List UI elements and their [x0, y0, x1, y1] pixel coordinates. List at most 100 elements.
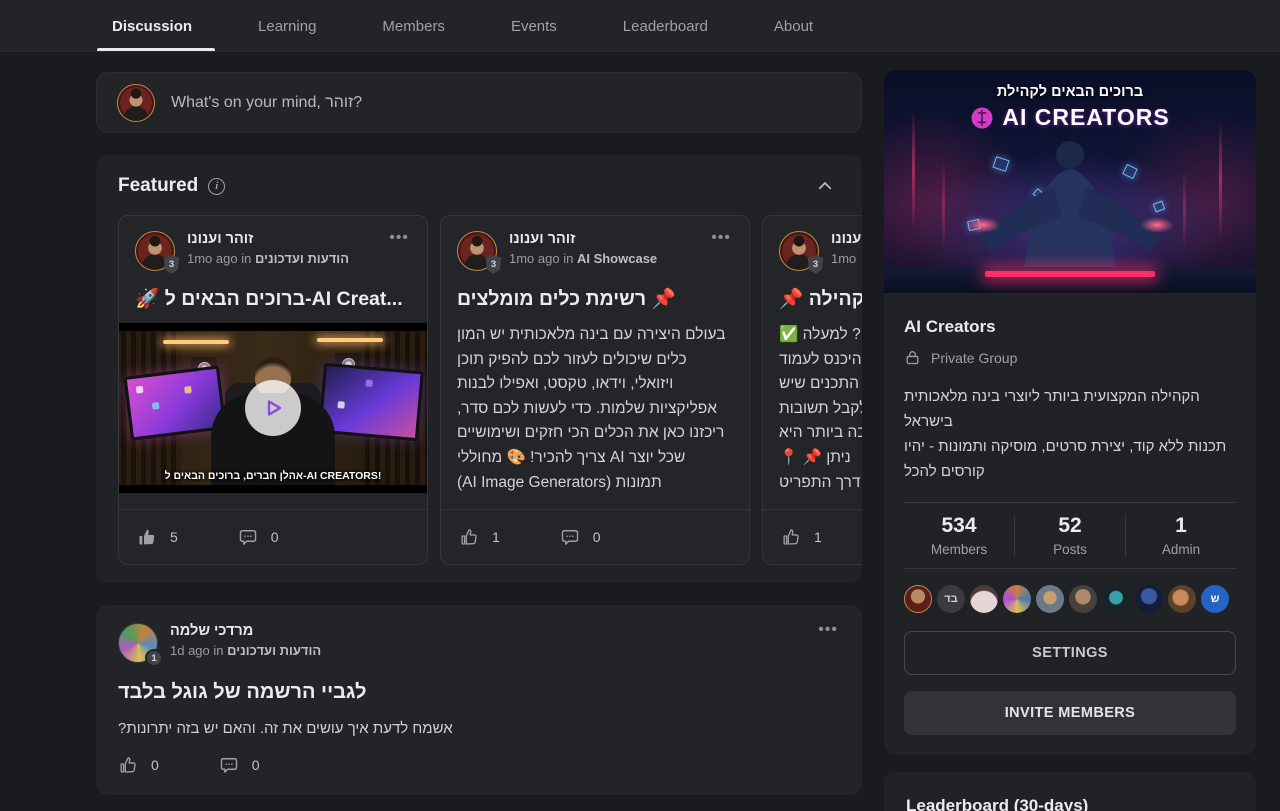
like-button[interactable]: 1	[781, 527, 822, 547]
stat-value: 534	[904, 514, 1014, 538]
group-description: הקהילה המקצועית ביותר ליוצרי בינה מלאכות…	[904, 384, 1236, 484]
post-age: 1mo ago in	[509, 251, 573, 266]
body-line: בה ביותר היא	[779, 421, 862, 446]
brain-logo-icon	[970, 106, 994, 130]
avatar[interactable]	[117, 84, 155, 122]
post-meta: 1d ago in הודעות ועדכונים	[170, 643, 321, 658]
featured-card-community-guide[interactable]: 3 זוהר וענונו 1mo 📌 קהילה ✅ למעלה ? היכנ…	[762, 215, 862, 565]
featured-card-welcome[interactable]: 3 זוהר וענונו 1mo ago in הודעות ועדכונים…	[118, 215, 428, 565]
feed-post[interactable]: 1 מרדכי שלמה 1d ago in הודעות ועדכונים •…	[96, 605, 862, 795]
post-body: אשמח לדעת איך עושים את זה. והאם יש בזה י…	[118, 720, 840, 737]
like-button[interactable]: 0	[118, 755, 159, 775]
member-avatar[interactable]	[1135, 585, 1163, 613]
more-options-icon[interactable]: •••	[709, 231, 733, 271]
comment-count: 0	[593, 529, 601, 545]
group-banner[interactable]: ברוכים הבאים לקהילת AI CREATORS	[884, 70, 1256, 293]
post-composer[interactable]: What's on your mind, זוהר?	[96, 72, 862, 133]
post-space[interactable]: הודעות ועדכונים	[255, 251, 349, 266]
stat-posts[interactable]: 52 Posts	[1014, 514, 1125, 557]
body-line: לקבל תשובות	[779, 397, 862, 422]
play-button[interactable]	[245, 380, 301, 436]
chevron-up-icon[interactable]	[816, 177, 834, 195]
invite-members-button[interactable]: INVITE MEMBERS	[904, 691, 1236, 735]
tab-learning[interactable]: Learning	[258, 0, 316, 52]
post-space[interactable]: הודעות ועדכונים	[227, 643, 321, 658]
featured-cards-row: 3 זוהר וענונו 1mo ago in הודעות ועדכונים…	[118, 215, 862, 565]
stat-members[interactable]: 534 Members	[904, 514, 1014, 557]
like-button[interactable]: 1	[459, 527, 500, 547]
member-avatar-initials[interactable]: בד	[937, 585, 965, 613]
studio-light	[317, 338, 383, 342]
main-column: What's on your mind, זוהר? Featured i 3 …	[96, 72, 862, 795]
tab-events[interactable]: Events	[511, 0, 557, 52]
post-title[interactable]: רשימת כלים מומלצים 📌	[457, 287, 733, 311]
nav-tabs: Discussion Learning Members Events Leade…	[0, 0, 1280, 52]
comment-button[interactable]: 0	[560, 527, 601, 547]
like-count: 1	[492, 529, 500, 545]
body-line: ✅ למעלה ?	[779, 323, 862, 348]
stat-value: 52	[1015, 514, 1125, 538]
post-author[interactable]: מרדכי שלמה	[170, 623, 321, 639]
member-avatar[interactable]	[904, 585, 932, 613]
video-thumbnail[interactable]: אהלן חברים, ברוכים הבאים ל-AI CREATORS!	[119, 323, 427, 493]
comment-count: 0	[252, 757, 260, 773]
more-options-icon[interactable]: •••	[816, 623, 840, 663]
level-badge: 1	[145, 649, 163, 667]
featured-title: Featured	[118, 175, 198, 197]
group-sidebar: ברוכים הבאים לקהילת AI CREATORS AI Creat…	[884, 70, 1256, 811]
member-avatar[interactable]	[1036, 585, 1064, 613]
like-count: 0	[151, 757, 159, 773]
group-name: AI Creators	[904, 317, 1236, 337]
top-nav: Discussion Learning Members Events Leade…	[0, 0, 1280, 52]
comment-icon	[219, 755, 239, 775]
stat-admins[interactable]: 1 Admin	[1125, 514, 1236, 557]
post-age: 1d ago in	[170, 643, 224, 658]
thumbs-up-icon	[118, 755, 138, 775]
post-title[interactable]: לגביי הרשמה של גוגל בלבד	[118, 681, 840, 704]
featured-card-tools[interactable]: 3 זוהר וענונו 1mo ago in AI Showcase •••…	[440, 215, 750, 565]
info-icon[interactable]: i	[208, 178, 225, 195]
composer-prompt: What's on your mind, זוהר?	[171, 94, 362, 112]
studio-light	[163, 340, 229, 344]
tab-discussion[interactable]: Discussion	[112, 0, 192, 52]
post-body: בעולם היצירה עם בינה מלאכותית יש המון כל…	[457, 323, 733, 499]
thumbs-up-icon	[137, 527, 157, 547]
member-avatar[interactable]	[1069, 585, 1097, 613]
post-meta: 1mo ago in AI Showcase	[509, 251, 657, 266]
post-title[interactable]: 🚀 ברוכים הבאים ל-AI Creat...	[135, 287, 411, 311]
tab-members[interactable]: Members	[382, 0, 445, 52]
settings-button[interactable]: SETTINGS	[904, 631, 1236, 675]
more-options-icon[interactable]: •••	[387, 231, 411, 271]
group-stats: 534 Members 52 Posts 1 Admin	[904, 502, 1236, 569]
banner-brand-text: AI CREATORS	[1002, 104, 1169, 131]
member-avatar[interactable]	[1168, 585, 1196, 613]
stat-label: Admin	[1126, 542, 1236, 557]
tab-leaderboard[interactable]: Leaderboard	[623, 0, 708, 52]
level-badge: 3	[807, 255, 824, 274]
post-meta: 1mo	[831, 251, 862, 266]
description-line: תכנות ללא קוד, יצירת סרטים, מוסיקה ותמונ…	[904, 434, 1236, 484]
stat-label: Members	[904, 542, 1014, 557]
post-author[interactable]: זוהר וענונו	[509, 231, 657, 247]
member-avatar[interactable]	[970, 585, 998, 613]
member-avatar[interactable]	[1102, 585, 1130, 613]
post-space[interactable]: AI Showcase	[577, 251, 657, 266]
member-avatar[interactable]	[1003, 585, 1031, 613]
active-tab-underline	[97, 48, 215, 51]
comment-icon	[238, 527, 258, 547]
post-author[interactable]: זוהר וענונו	[831, 231, 862, 247]
tab-about[interactable]: About	[774, 0, 813, 52]
like-count: 1	[814, 529, 822, 545]
leaderboard-title: Leaderboard (30-days)	[906, 796, 1234, 811]
comment-button[interactable]: 0	[219, 755, 260, 775]
post-title[interactable]: 📌 קהילה	[779, 287, 862, 311]
post-author[interactable]: זוהר וענונו	[187, 231, 349, 247]
glowing-keyboard	[985, 271, 1155, 277]
description-line: הקהילה המקצועית ביותר ליוצרי בינה מלאכות…	[904, 384, 1236, 434]
lock-icon	[904, 349, 921, 366]
leaderboard-card[interactable]: Leaderboard (30-days)	[884, 772, 1256, 811]
member-avatar-initials[interactable]: ש	[1201, 585, 1229, 613]
comment-button[interactable]: 0	[238, 527, 279, 547]
comment-count: 0	[271, 529, 279, 545]
like-button[interactable]: 5	[137, 527, 178, 547]
